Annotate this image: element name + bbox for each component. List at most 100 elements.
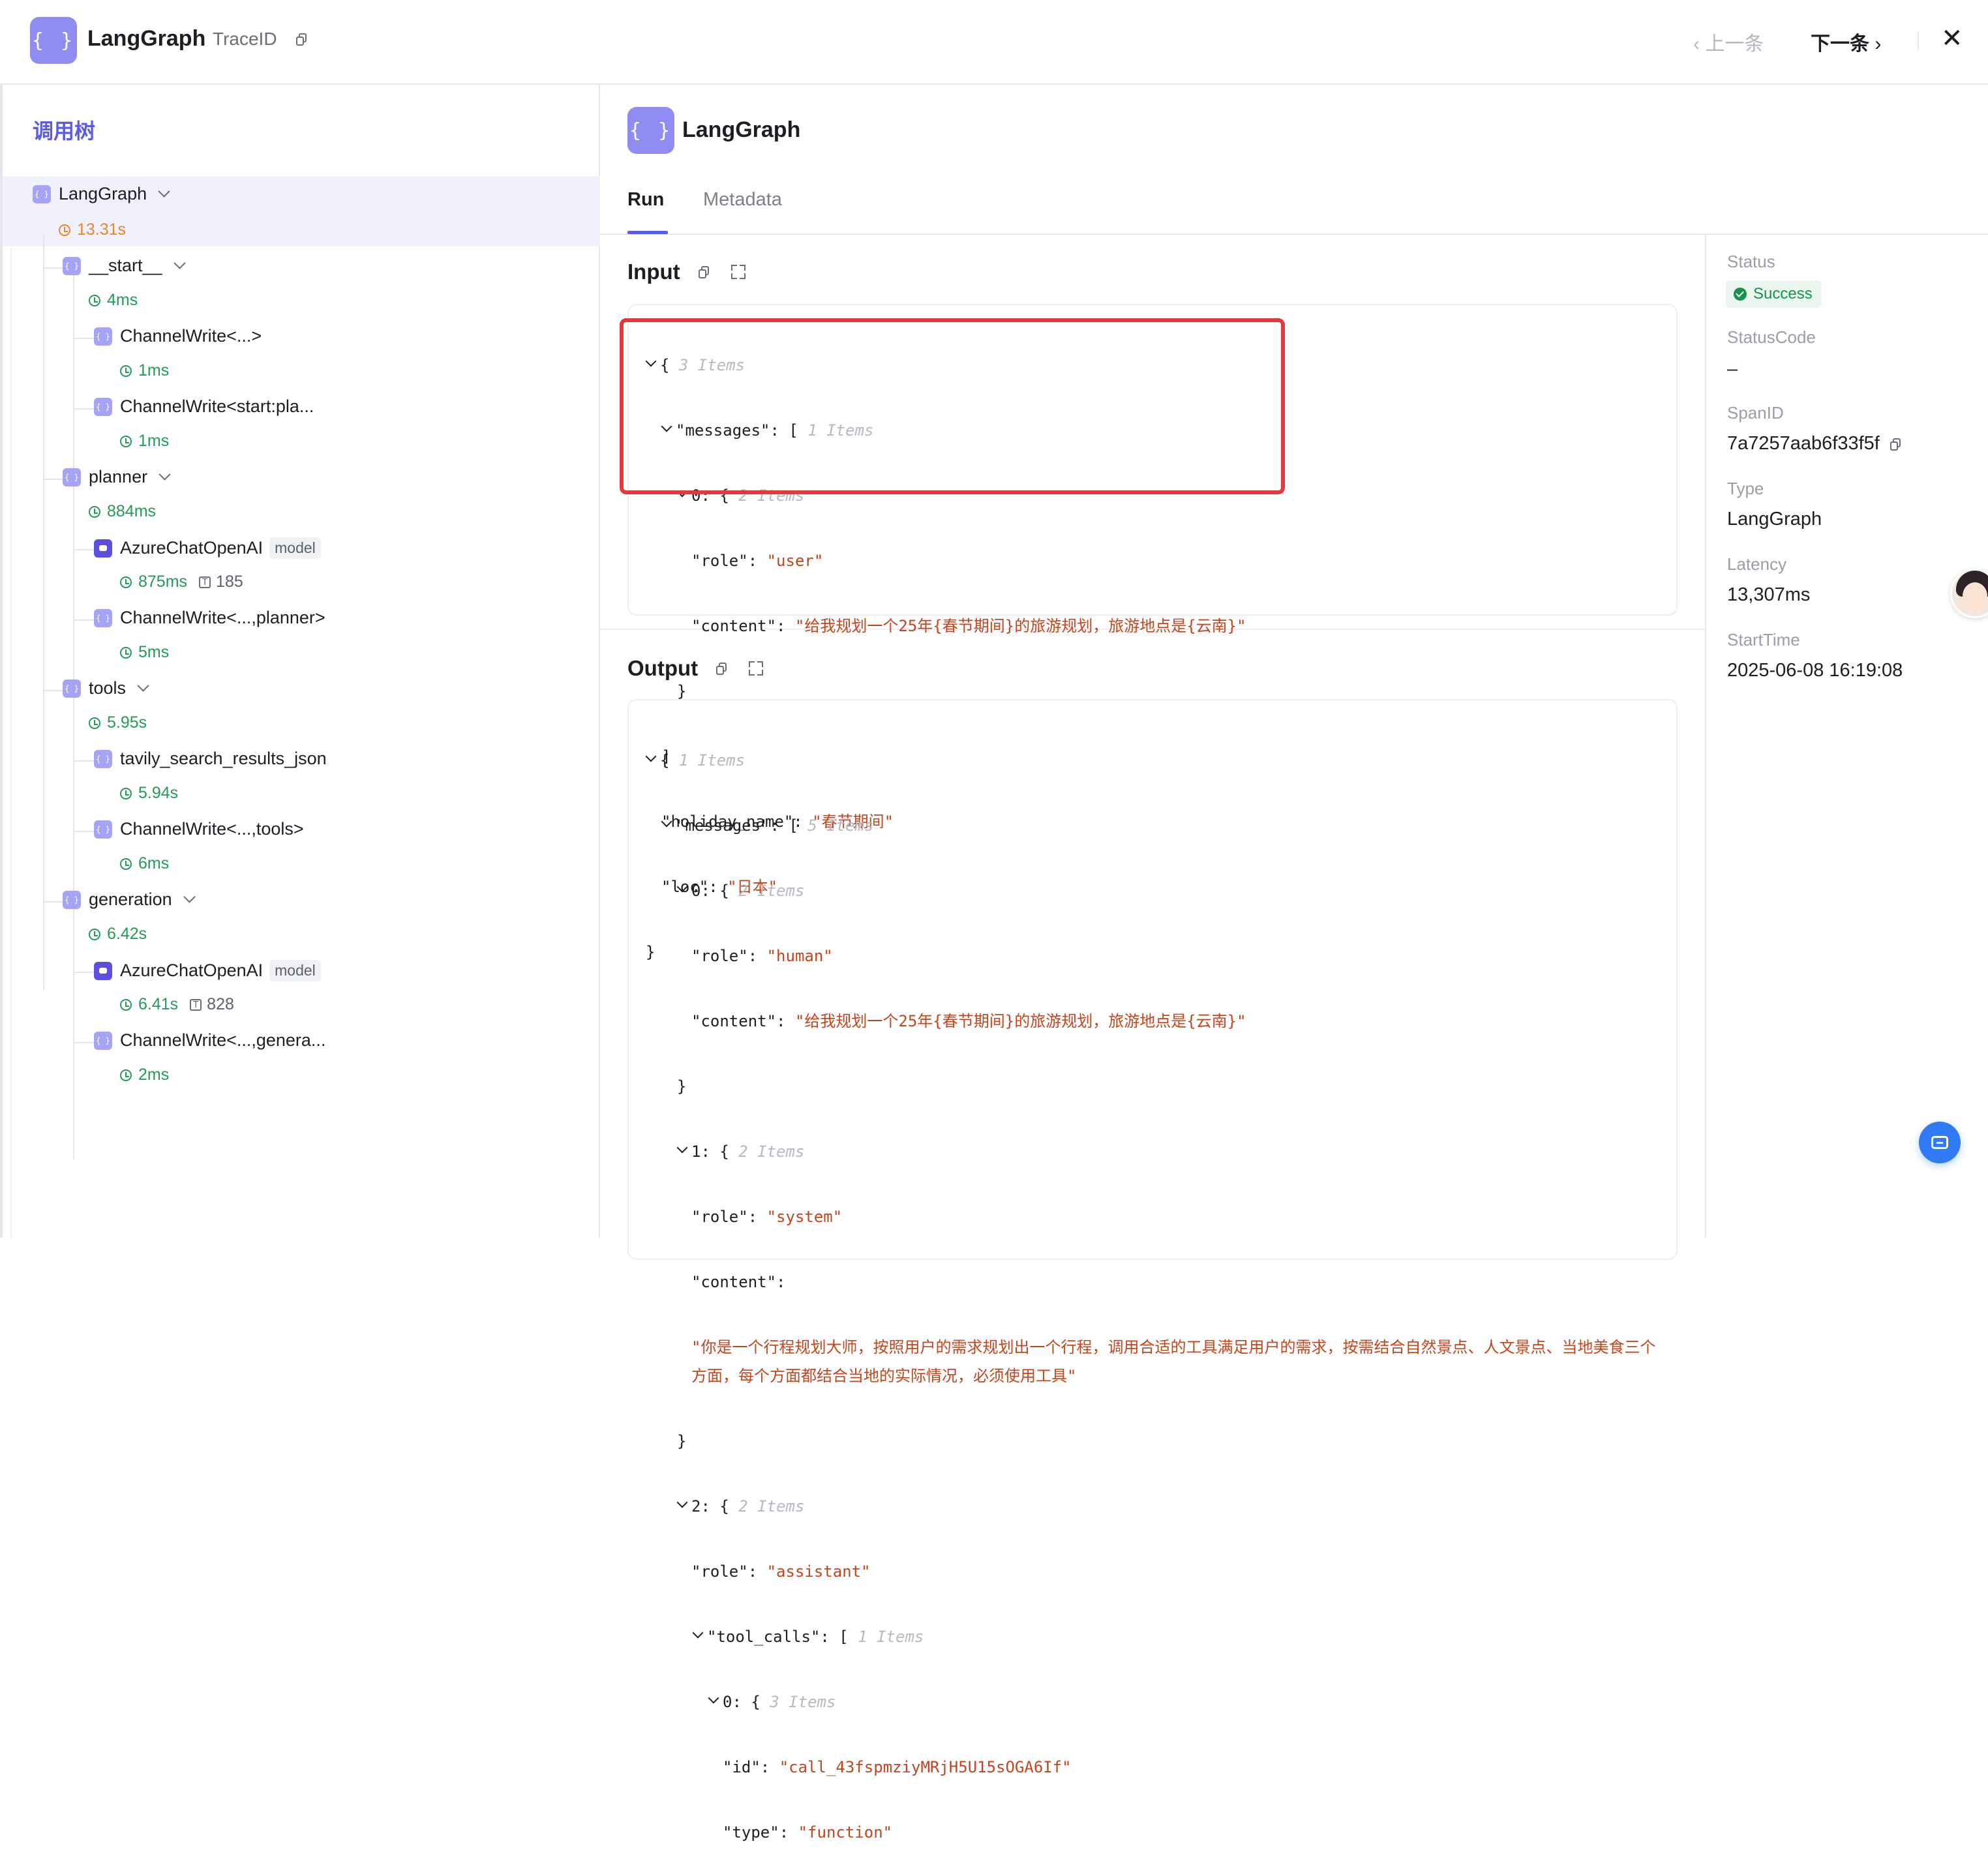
copy-icon[interactable] xyxy=(1890,438,1901,451)
json-key: "role" xyxy=(691,947,748,965)
node-latency: 5.94s xyxy=(120,784,178,803)
collapse-chevron-icon[interactable] xyxy=(708,1692,719,1704)
latency-value: 6.41s xyxy=(138,995,179,1013)
tree-node-label: __start__ xyxy=(89,256,162,275)
copy-icon[interactable] xyxy=(698,266,709,278)
start-time-value: 2025-06-08 16:19:08 xyxy=(1727,660,1903,681)
latency-value: 5ms xyxy=(138,643,170,661)
collapse-chevron-icon[interactable] xyxy=(676,1142,688,1154)
node-latency: 13.31s xyxy=(59,220,126,239)
next-button[interactable]: 下一条 › xyxy=(1811,27,1881,56)
json-line: { 1 Items xyxy=(644,746,1670,775)
type-label: Type xyxy=(1727,479,1764,498)
tree-connector xyxy=(43,901,63,903)
tree-connector xyxy=(73,338,94,339)
tab-run[interactable]: Run xyxy=(627,189,664,211)
collapse-chevron-icon[interactable] xyxy=(676,1497,688,1508)
tree-connector xyxy=(43,267,63,269)
tree-node-start[interactable]: { } __start__ xyxy=(63,256,186,276)
collapse-chevron-icon[interactable] xyxy=(692,1627,704,1639)
close-icon[interactable]: ✕ xyxy=(1941,23,1963,53)
tree-node-channelwrite[interactable]: { } ChannelWrite<...,genera... xyxy=(94,1030,325,1051)
tree-node-channelwrite[interactable]: { } ChannelWrite<...> xyxy=(94,326,262,346)
json-key: "content" xyxy=(691,1273,777,1291)
json-line: } xyxy=(644,1427,1670,1455)
collapse-chevron-icon[interactable] xyxy=(645,751,657,762)
json-key: "tool_calls" xyxy=(707,1628,821,1646)
json-line: "role": "human" xyxy=(691,947,833,965)
tree-node-azurechatopenai[interactable]: AzureChatOpenAI model xyxy=(94,960,321,981)
model-tag: model xyxy=(269,537,321,559)
json-line: "content": "给我规划一个25年{春节期间}的旅游规划，旅游地点是{云… xyxy=(691,1012,1246,1030)
latency-value: 2ms xyxy=(138,1066,170,1084)
chain-icon: { } xyxy=(63,890,81,909)
chevron-left-icon: ‹ xyxy=(1693,33,1700,55)
tree-connector xyxy=(43,690,63,691)
tree-node-label: ChannelWrite<start:pla... xyxy=(120,396,314,416)
json-string: "call_43fspmziyMRjH5U15sOGA6If" xyxy=(779,1758,1072,1776)
json-meta: 2 Items xyxy=(738,1497,805,1515)
tree-connector xyxy=(73,549,94,550)
node-latency: 884ms xyxy=(89,502,156,521)
json-brace: : [ xyxy=(770,816,798,835)
tree-node-tavily-search[interactable]: { } tavily_search_results_json xyxy=(94,749,327,769)
chevron-down-icon[interactable] xyxy=(183,891,196,903)
feedback-chat-button[interactable] xyxy=(1919,1122,1961,1163)
tree-node-label: ChannelWrite<...,tools> xyxy=(120,819,304,839)
chevron-down-icon[interactable] xyxy=(137,679,149,692)
tree-connector xyxy=(73,972,94,973)
tree-node-generation[interactable]: { } generation xyxy=(63,889,196,910)
tree-node-planner[interactable]: { } planner xyxy=(63,467,171,487)
tree-connector xyxy=(73,909,74,1159)
chevron-down-icon[interactable] xyxy=(158,185,170,198)
tree-node-label: tools xyxy=(89,678,127,698)
tree-node-tools[interactable]: { } tools xyxy=(63,678,149,698)
clock-icon xyxy=(59,224,70,236)
trace-id-label: TraceID xyxy=(213,29,307,50)
chevron-down-icon[interactable] xyxy=(158,468,171,481)
json-key: "role" xyxy=(691,1562,748,1581)
latency-value: 4ms xyxy=(107,291,138,309)
prev-button[interactable]: ‹ 上一条 xyxy=(1693,27,1764,56)
node-latency: 1ms xyxy=(120,432,169,451)
tree-node-langgraph[interactable]: { } LangGraph xyxy=(33,184,170,204)
chevron-down-icon[interactable] xyxy=(173,257,186,269)
next-label: 下一条 xyxy=(1811,33,1869,55)
tab-metadata[interactable]: Metadata xyxy=(703,189,782,211)
json-brace: : xyxy=(776,1273,786,1291)
node-latency: 6.42s xyxy=(89,925,147,944)
json-string: "human" xyxy=(766,947,833,965)
call-tree-title: 调用树 xyxy=(33,119,96,143)
collapse-chevron-icon[interactable] xyxy=(661,816,672,828)
fullscreen-icon[interactable] xyxy=(749,661,764,676)
model-icon xyxy=(94,961,112,980)
clock-icon xyxy=(120,365,132,377)
json-string: "user" xyxy=(766,552,824,570)
latency-label: Latency xyxy=(1727,554,1787,574)
copy-icon[interactable] xyxy=(296,33,307,46)
json-meta: 5 Items xyxy=(807,816,874,835)
tree-connector xyxy=(43,235,44,990)
tree-node-channelwrite[interactable]: { } ChannelWrite<start:pla... xyxy=(94,396,314,417)
input-section-title: Input xyxy=(627,260,746,284)
status-code-value: – xyxy=(1727,359,1738,380)
json-brace: } xyxy=(677,1432,687,1450)
tree-connector xyxy=(10,248,12,1239)
token-icon: T xyxy=(190,998,202,1011)
status-code-label: StatusCode xyxy=(1727,327,1816,347)
node-latency: 5.95s xyxy=(89,713,147,732)
clock-icon xyxy=(120,576,132,588)
tree-node-channelwrite[interactable]: { } ChannelWrite<...,tools> xyxy=(94,819,304,839)
json-line: "role": "user" xyxy=(691,552,824,570)
fullscreen-icon[interactable] xyxy=(730,265,746,279)
token-value: 185 xyxy=(216,573,243,591)
copy-icon[interactable] xyxy=(716,663,727,675)
collapse-chevron-icon[interactable] xyxy=(676,881,688,893)
clock-icon xyxy=(120,858,132,870)
tree-node-azurechatopenai[interactable]: AzureChatOpenAI model xyxy=(94,537,321,559)
json-key: "type" xyxy=(723,1823,779,1842)
assistant-avatar[interactable] xyxy=(1950,569,1988,618)
status-label: Status xyxy=(1727,252,1775,271)
tree-node-channelwrite[interactable]: { } ChannelWrite<...,planner> xyxy=(94,608,325,628)
json-line: 0: { 2 Items xyxy=(644,876,1670,905)
